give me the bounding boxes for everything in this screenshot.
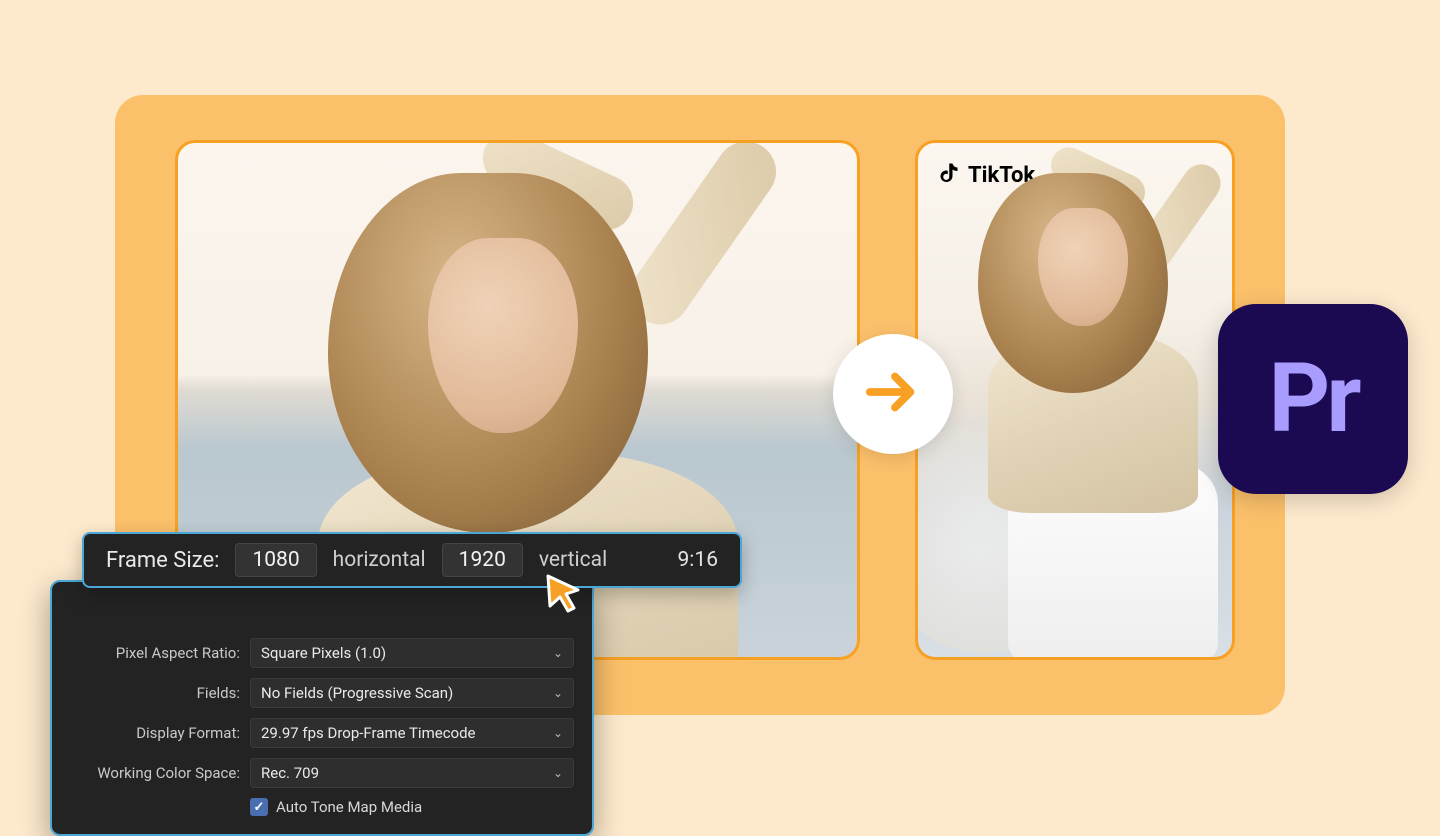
frame-width-input[interactable]: 1080 — [235, 543, 316, 577]
display-format-row: Display Format: 29.97 fps Drop-Frame Tim… — [70, 718, 574, 748]
color-space-value: Rec. 709 — [261, 764, 319, 782]
target-portrait-frame: TikTok — [915, 140, 1235, 660]
premiere-pro-label: Pr — [1268, 343, 1357, 455]
color-space-select[interactable]: Rec. 709 ⌄ — [250, 758, 574, 788]
conversion-arrow-badge — [833, 334, 953, 454]
pixel-aspect-row: Pixel Aspect Ratio: Square Pixels (1.0) … — [70, 638, 574, 668]
display-format-label: Display Format: — [70, 724, 240, 742]
chevron-down-icon: ⌄ — [553, 766, 563, 780]
color-space-row: Working Color Space: Rec. 709 ⌄ — [70, 758, 574, 788]
arrow-right-icon — [862, 361, 924, 427]
color-space-label: Working Color Space: — [70, 764, 240, 782]
sequence-settings-panel: Pixel Aspect Ratio: Square Pixels (1.0) … — [50, 580, 594, 836]
frame-size-bar: Frame Size: 1080 horizontal 1920 vertica… — [82, 532, 742, 588]
pixel-aspect-value: Square Pixels (1.0) — [261, 644, 386, 662]
chevron-down-icon: ⌄ — [553, 726, 563, 740]
premiere-pro-app-icon: Pr — [1218, 304, 1408, 494]
fields-label: Fields: — [70, 684, 240, 702]
display-format-value: 29.97 fps Drop-Frame Timecode — [261, 724, 476, 742]
chevron-down-icon: ⌄ — [553, 646, 563, 660]
pixel-aspect-label: Pixel Aspect Ratio: — [70, 644, 240, 662]
vertical-label: vertical — [539, 548, 607, 572]
frame-size-label: Frame Size: — [106, 548, 219, 573]
tiktok-note-icon — [936, 159, 960, 191]
fields-value: No Fields (Progressive Scan) — [261, 684, 453, 702]
auto-tone-label: Auto Tone Map Media — [276, 798, 422, 816]
horizontal-label: horizontal — [333, 548, 426, 572]
aspect-ratio-value: 9:16 — [678, 548, 719, 572]
chevron-down-icon: ⌄ — [553, 686, 563, 700]
fields-select[interactable]: No Fields (Progressive Scan) ⌄ — [250, 678, 574, 708]
fields-row: Fields: No Fields (Progressive Scan) ⌄ — [70, 678, 574, 708]
pixel-aspect-select[interactable]: Square Pixels (1.0) ⌄ — [250, 638, 574, 668]
frame-height-input[interactable]: 1920 — [442, 543, 523, 577]
display-format-select[interactable]: 29.97 fps Drop-Frame Timecode ⌄ — [250, 718, 574, 748]
auto-tone-row[interactable]: ✓ Auto Tone Map Media — [250, 798, 574, 816]
auto-tone-checkbox[interactable]: ✓ — [250, 798, 268, 816]
